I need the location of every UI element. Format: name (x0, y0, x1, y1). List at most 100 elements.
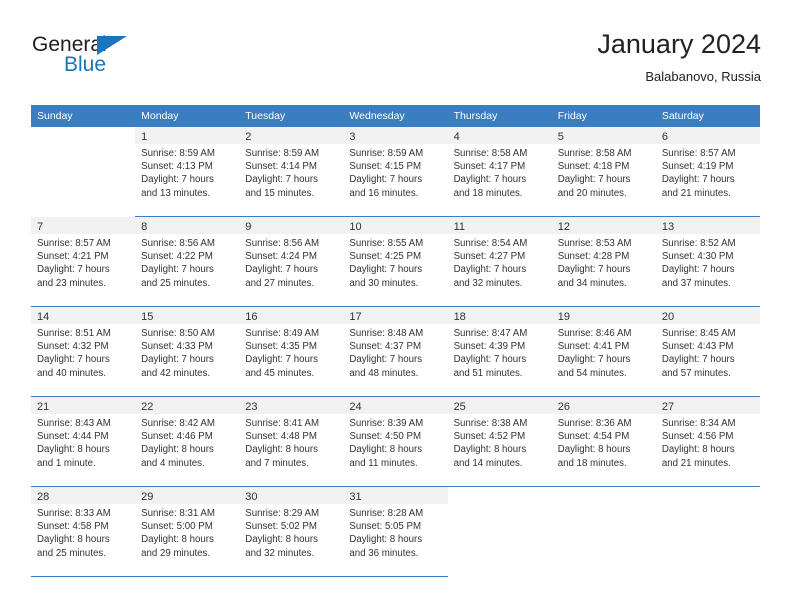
daylight-text-line1: Daylight: 7 hours (245, 264, 318, 276)
calendar-day-cell[interactable]: 7 Sunrise: 8:57 AM Sunset: 4:21 PM Daylight… (31, 217, 136, 307)
calendar-day-cell[interactable]: 21 Sunrise: 8:43 AM Sunset: 4:44 PM Dayligh… (31, 397, 136, 487)
daylight-text-line2: and 45 minutes. (245, 367, 315, 379)
calendar-day-cell[interactable]: 20 Sunrise: 8:45 AM Sunset: 4:43 PM Dayligh… (655, 307, 760, 397)
sunset-text: Sunset: 5:00 PM (141, 521, 213, 533)
sunrise-text: Sunrise: 8:50 AM (141, 328, 215, 339)
daylight-text-line1: Daylight: 8 hours (37, 444, 110, 456)
daylight-text-line1: Daylight: 7 hours (349, 264, 423, 276)
calendar-day-cell[interactable]: 6 Sunrise: 8:57 AM Sunset: 4:19 PM Daylight… (655, 127, 760, 217)
day-number: 8 (141, 221, 148, 233)
calendar-cell: 19 Sunrise: 8:46 AM Sunset: 4:41 PM Dayligh… (551, 307, 656, 397)
day-number-bar: 3 (343, 127, 448, 144)
sunrise-text: Sunrise: 8:33 AM (37, 508, 111, 519)
calendar-cell (552, 487, 656, 577)
daylight-text-line1: Daylight: 7 hours (661, 354, 735, 366)
calendar-day-cell[interactable]: 3 Sunrise: 8:59 AM Sunset: 4:15 PM Daylight… (343, 127, 448, 217)
calendar-cell (448, 487, 552, 577)
daylight-text-line1: Daylight: 8 hours (245, 534, 318, 546)
daylight-text-line2: and 37 minutes. (661, 277, 731, 289)
daylight-text-line1: Daylight: 7 hours (245, 174, 318, 186)
calendar-day-cell[interactable]: 10 Sunrise: 8:55 AM Sunset: 4:25 PM Dayligh… (343, 217, 448, 307)
calendar-day-cell-empty (31, 127, 135, 217)
day-number: 27 (661, 401, 675, 413)
calendar-day-cell[interactable]: 29 Sunrise: 8:31 AM Sunset: 5:00 PM Dayligh… (135, 487, 240, 577)
day-detail: Sunrise: 8:43 AM Sunset: 4:44 PM Daylight:… (31, 414, 135, 470)
day-number-bar: 11 (447, 217, 552, 234)
calendar-week-row: 1 Sunrise: 8:59 AM Sunset: 4:13 PM Daylight… (31, 127, 760, 217)
day-detail: Sunrise: 8:31 AM Sunset: 5:00 PM Daylight:… (135, 504, 239, 560)
calendar-day-cell[interactable]: 27 Sunrise: 8:34 AM Sunset: 4:56 PM Dayligh… (655, 397, 760, 487)
calendar-day-cell[interactable]: 15 Sunrise: 8:50 AM Sunset: 4:33 PM Dayligh… (135, 307, 240, 397)
calendar-day-cell[interactable]: 2 Sunrise: 8:59 AM Sunset: 4:14 PM Daylight… (239, 127, 344, 217)
calendar-cell: 13 Sunrise: 8:52 AM Sunset: 4:30 PM Dayligh… (655, 217, 760, 307)
day-number-bar: 23 (239, 397, 344, 414)
title-block: January 2024 Balabanovo, Russia (597, 28, 761, 86)
weekday-header-friday: Friday (551, 105, 656, 127)
calendar-day-cell[interactable]: 28 Sunrise: 8:33 AM Sunset: 4:58 PM Dayligh… (31, 487, 136, 577)
calendar-day-cell[interactable]: 25 Sunrise: 8:38 AM Sunset: 4:52 PM Dayligh… (447, 397, 552, 487)
day-detail: Sunrise: 8:38 AM Sunset: 4:52 PM Daylight:… (448, 414, 552, 470)
calendar-day-cell[interactable]: 5 Sunrise: 8:58 AM Sunset: 4:18 PM Daylight… (551, 127, 656, 217)
daylight-text-line2: and 51 minutes. (453, 367, 523, 379)
weekday-header-monday: Monday (135, 105, 240, 127)
calendar-day-cell[interactable]: 24 Sunrise: 8:39 AM Sunset: 4:50 PM Dayligh… (343, 397, 448, 487)
calendar-day-cell[interactable]: 22 Sunrise: 8:42 AM Sunset: 4:46 PM Dayligh… (135, 397, 240, 487)
daylight-text-line2: and 23 minutes. (37, 277, 106, 289)
brand-logo[interactable]: General Blue (31, 32, 211, 88)
day-detail: Sunrise: 8:41 AM Sunset: 4:48 PM Daylight:… (239, 414, 343, 470)
calendar-week-row: 21 Sunrise: 8:43 AM Sunset: 4:44 PM Dayligh… (31, 397, 760, 487)
sunset-text: Sunset: 4:28 PM (557, 251, 630, 263)
daylight-text-line1: Daylight: 7 hours (141, 264, 214, 276)
calendar-cell: 3 Sunrise: 8:59 AM Sunset: 4:15 PM Daylight… (343, 127, 448, 217)
sunset-text: Sunset: 4:22 PM (141, 251, 213, 263)
day-number-bar: 26 (551, 397, 656, 414)
sunset-text: Sunset: 4:32 PM (37, 341, 109, 353)
sunset-text: Sunset: 4:52 PM (453, 431, 526, 443)
day-number-bar: 1 (135, 127, 240, 144)
calendar-day-cell[interactable]: 9 Sunrise: 8:56 AM Sunset: 4:24 PM Daylight… (239, 217, 344, 307)
calendar-cell: 11 Sunrise: 8:54 AM Sunset: 4:27 PM Dayligh… (447, 217, 552, 307)
calendar-day-cell[interactable]: 18 Sunrise: 8:47 AM Sunset: 4:39 PM Dayligh… (447, 307, 552, 397)
day-number: 31 (349, 491, 362, 503)
sunset-text: Sunset: 4:33 PM (141, 341, 213, 353)
calendar-day-cell[interactable]: 11 Sunrise: 8:54 AM Sunset: 4:27 PM Dayligh… (447, 217, 552, 307)
sunrise-text: Sunrise: 8:53 AM (557, 238, 632, 249)
calendar-cell: 29 Sunrise: 8:31 AM Sunset: 5:00 PM Dayligh… (135, 487, 240, 577)
daylight-text-line2: and 25 minutes. (37, 547, 106, 559)
day-number-bar: 27 (655, 397, 760, 414)
calendar-day-cell[interactable]: 23 Sunrise: 8:41 AM Sunset: 4:48 PM Dayligh… (239, 397, 344, 487)
calendar-day-cell[interactable]: 1 Sunrise: 8:59 AM Sunset: 4:13 PM Daylight… (135, 127, 240, 217)
calendar-day-cell[interactable]: 4 Sunrise: 8:58 AM Sunset: 4:17 PM Daylight… (447, 127, 552, 217)
daylight-text-line1: Daylight: 7 hours (453, 354, 527, 366)
sunrise-text: Sunrise: 8:57 AM (661, 148, 736, 159)
daylight-text-line1: Daylight: 7 hours (661, 174, 735, 186)
calendar-day-cell[interactable]: 30 Sunrise: 8:29 AM Sunset: 5:02 PM Dayligh… (239, 487, 344, 577)
calendar-day-cell[interactable]: 14 Sunrise: 8:51 AM Sunset: 4:32 PM Dayligh… (31, 307, 136, 397)
day-number: 24 (349, 401, 362, 413)
daylight-text-line2: and 25 minutes. (141, 277, 211, 289)
calendar-day-cell[interactable]: 17 Sunrise: 8:48 AM Sunset: 4:37 PM Dayligh… (343, 307, 448, 397)
calendar-day-cell[interactable]: 12 Sunrise: 8:53 AM Sunset: 4:28 PM Dayligh… (551, 217, 656, 307)
sunset-text: Sunset: 4:41 PM (557, 341, 630, 353)
daylight-text-line1: Daylight: 7 hours (37, 354, 110, 366)
calendar-day-cell[interactable]: 16 Sunrise: 8:49 AM Sunset: 4:35 PM Dayligh… (239, 307, 344, 397)
daylight-text-line1: Daylight: 7 hours (661, 264, 735, 276)
daylight-text-line1: Daylight: 7 hours (245, 354, 318, 366)
calendar-day-cell[interactable]: 31 Sunrise: 8:28 AM Sunset: 5:05 PM Dayligh… (343, 487, 448, 577)
day-number-bar: 31 (343, 487, 448, 504)
calendar-day-cell[interactable]: 26 Sunrise: 8:36 AM Sunset: 4:54 PM Dayligh… (551, 397, 656, 487)
daylight-text-line1: Daylight: 8 hours (349, 534, 423, 546)
calendar-cell: 28 Sunrise: 8:33 AM Sunset: 4:58 PM Dayligh… (31, 487, 136, 577)
sunrise-text: Sunrise: 8:42 AM (141, 418, 215, 429)
calendar-cell: 30 Sunrise: 8:29 AM Sunset: 5:02 PM Dayligh… (239, 487, 344, 577)
daylight-text-line1: Daylight: 7 hours (37, 264, 110, 276)
day-detail: Sunrise: 8:45 AM Sunset: 4:43 PM Daylight:… (656, 324, 760, 380)
calendar-day-cell[interactable]: 19 Sunrise: 8:46 AM Sunset: 4:41 PM Dayligh… (551, 307, 656, 397)
sunrise-text: Sunrise: 8:59 AM (245, 148, 320, 159)
sunrise-text: Sunrise: 8:58 AM (453, 148, 528, 159)
calendar-day-cell[interactable]: 13 Sunrise: 8:52 AM Sunset: 4:30 PM Dayligh… (655, 217, 760, 307)
day-number-bar: 28 (31, 487, 136, 504)
daylight-text-line1: Daylight: 8 hours (557, 444, 631, 456)
calendar-week-row: 28 Sunrise: 8:33 AM Sunset: 4:58 PM Dayligh… (31, 487, 760, 577)
calendar-day-cell[interactable]: 8 Sunrise: 8:56 AM Sunset: 4:22 PM Daylight… (135, 217, 240, 307)
